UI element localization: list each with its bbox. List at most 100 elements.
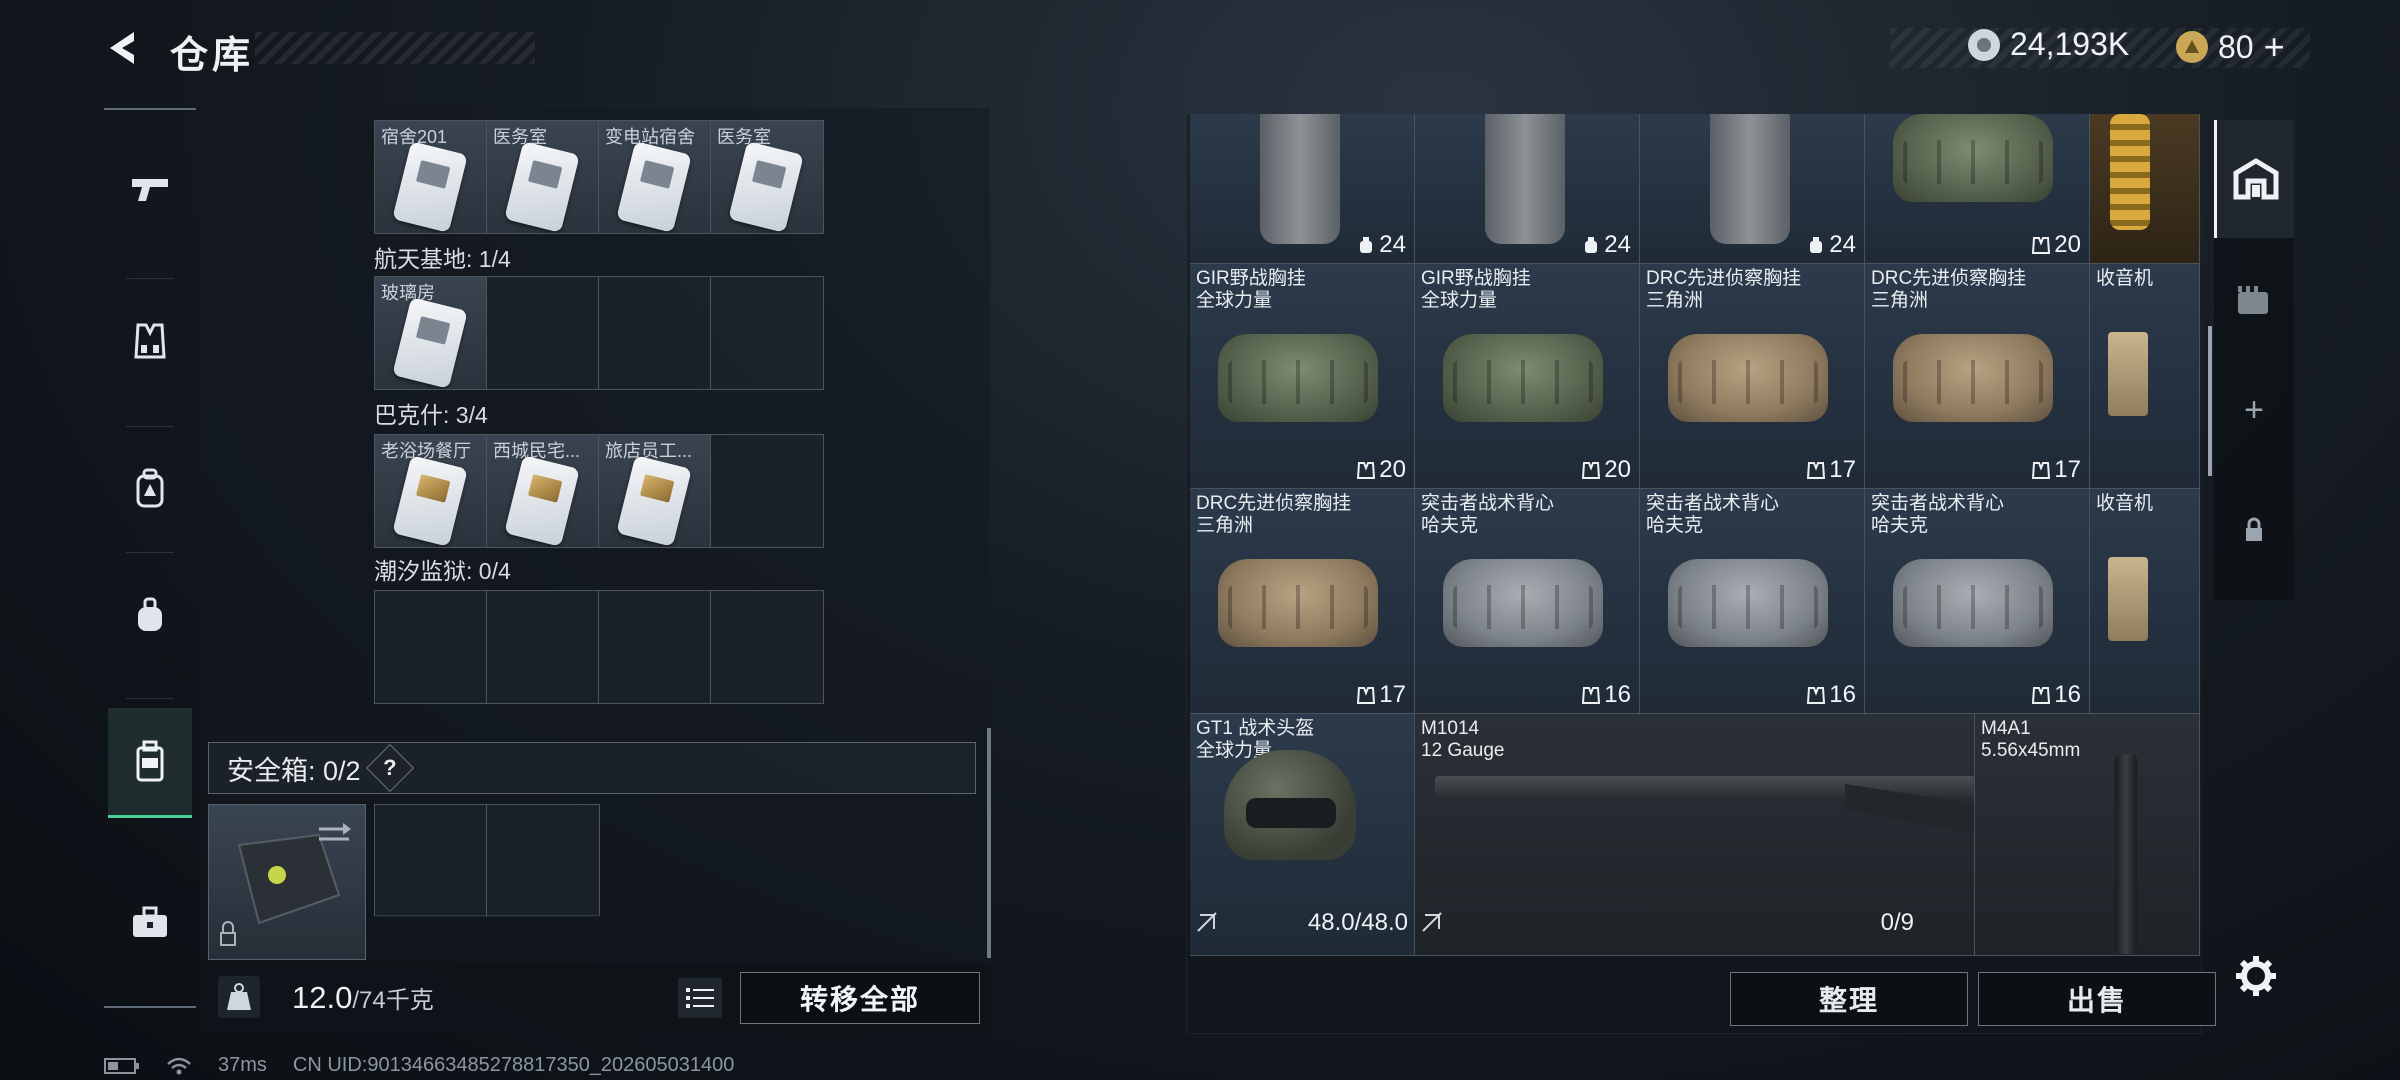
stash-item[interactable]: DRC先进侦察胸挂 三角洲 17 (1865, 264, 2090, 489)
item-name: DRC先进侦察胸挂 三角洲 (1196, 493, 1352, 536)
item-count: 20 (1357, 456, 1406, 484)
back-button[interactable] (100, 24, 148, 72)
empty-slot[interactable] (711, 435, 823, 547)
stash-item[interactable]: M4A1 5.56x45mm (1975, 714, 2200, 956)
keycard-slot[interactable]: 老浴场餐厅 (375, 435, 487, 547)
item-count: 20 (1582, 456, 1631, 484)
ammo-count: 0/9 (1880, 909, 1914, 936)
keycard-grid-2: 玻璃房 (374, 276, 824, 390)
stash-item[interactable]: GIR野战胸挂 全球力量 20 (1190, 264, 1415, 489)
empty-slot[interactable] (487, 591, 599, 703)
tab-collection[interactable] (2214, 250, 2294, 350)
stash-item[interactable]: 24 (1640, 114, 1865, 264)
toolbox-icon (133, 906, 167, 937)
title-decoration (255, 32, 535, 64)
add-icon: + (2244, 390, 2264, 429)
keycard-slot[interactable]: 西城民宅... (487, 435, 599, 547)
keycard-slot[interactable]: 医务室 (487, 121, 599, 233)
vest-count-icon (1582, 462, 1601, 479)
stash-item[interactable]: 收音机 (2090, 489, 2200, 714)
keycard-label: 西城民宅... (493, 441, 581, 461)
keycard-label: 医务室 (493, 127, 547, 147)
page-title: 仓库 (170, 35, 255, 77)
empty-slot[interactable] (487, 277, 599, 389)
stash-item[interactable]: M1014 12 Gauge 0/9 (1415, 714, 1975, 956)
case-icon (136, 740, 164, 781)
item-count: 24 (1807, 231, 1856, 259)
keycard-label: 玻璃房 (381, 283, 435, 303)
nav-toolbox[interactable] (108, 868, 192, 978)
tab-locked[interactable] (2214, 490, 2294, 570)
empty-slot[interactable] (375, 805, 487, 917)
nav-backpack[interactable] (108, 434, 192, 544)
vest-count-icon (2032, 462, 2051, 479)
item-name: M4A1 5.56x45mm (1981, 718, 2081, 761)
nav-safebox[interactable] (108, 708, 192, 818)
empty-slot[interactable] (599, 591, 711, 703)
keycard-slot[interactable]: 医务室 (711, 121, 823, 233)
stash-item[interactable]: 突击者战术背心 哈夫克 16 (1415, 489, 1640, 714)
keycard-label: 宿舍201 (381, 127, 448, 147)
keycard-slot[interactable]: 玻璃房 (375, 277, 487, 389)
vest-count-icon (1357, 687, 1376, 704)
token-amount: 80 (2218, 28, 2254, 65)
nav-armor[interactable] (108, 286, 192, 396)
backpack-icon (136, 468, 164, 508)
status-bar: 37ms CN UID:9013466348527881735​0_202605… (104, 1054, 734, 1077)
battery-icon (104, 1057, 139, 1074)
currency-display[interactable]: 24,193K (1968, 26, 2129, 63)
empty-slot[interactable] (375, 591, 487, 703)
stash-item[interactable]: GIR野战胸挂 全球力量 20 (1415, 264, 1640, 489)
lock-icon (2246, 517, 2262, 541)
empty-slot[interactable] (487, 805, 599, 917)
nav-weapons[interactable] (108, 134, 192, 244)
radio-image (2108, 557, 2148, 641)
stash-scrollbar[interactable] (2208, 326, 2212, 476)
vest-image (1893, 334, 2053, 422)
keycard-icon (616, 455, 692, 547)
add-token-icon[interactable]: + (2264, 26, 2285, 68)
left-scrollbar[interactable] (987, 728, 991, 958)
token-display[interactable]: 80 + (2176, 26, 2285, 68)
tidy-button[interactable]: 整理 (1730, 972, 1968, 1026)
back-arrow-icon (110, 32, 134, 64)
tab-stash[interactable] (2214, 120, 2294, 238)
keycard-icon (504, 141, 580, 233)
safe-box-item[interactable] (208, 804, 366, 960)
tab-add[interactable]: + (2214, 370, 2294, 450)
stash-item[interactable]: 突击者战术背心 哈夫克 16 (1865, 489, 2090, 714)
empty-slot[interactable] (711, 591, 823, 703)
transfer-all-button[interactable]: 转移全部 (740, 972, 980, 1024)
stash-item[interactable]: 突击者战术背心 哈夫克 16 (1640, 489, 1865, 714)
stash-item[interactable]: DRC先进侦察胸挂 三角洲 17 (1640, 264, 1865, 489)
backpack-image (1710, 114, 1790, 244)
nav-bag[interactable] (108, 560, 192, 670)
empty-slot[interactable] (599, 277, 711, 389)
stash-item[interactable]: 24 (1190, 114, 1415, 264)
gold-chain-image (2110, 114, 2150, 230)
empty-slot[interactable] (711, 277, 823, 389)
stash-item[interactable]: 收音机 (2090, 264, 2200, 489)
settings-button[interactable] (2232, 952, 2280, 1000)
keycard-slot[interactable]: 旅店员工... (599, 435, 711, 547)
keycard-icon (392, 297, 468, 389)
uid-text: CN UID:9013466348527881735​0_20260503140… (292, 1054, 735, 1076)
stash-item[interactable]: DRC先进侦察胸挂 三角洲 17 (1190, 489, 1415, 714)
gallery-icon (2238, 286, 2268, 314)
vest-count-icon (1357, 462, 1376, 479)
stash-item[interactable]: 24 (1415, 114, 1640, 264)
help-icon[interactable]: ? (365, 743, 414, 793)
list-view-button[interactable] (678, 978, 722, 1018)
stash-item[interactable] (2090, 114, 2200, 264)
stash-item[interactable]: 20 (1865, 114, 2090, 264)
stash-item[interactable]: GT1 战术头盔 全球力量 48.0/48.0 (1190, 714, 1415, 956)
map-section-label: 潮汐监狱: 0/4 (374, 558, 511, 584)
coin-icon (1968, 28, 2000, 61)
keycard-slot[interactable]: 宿舍201 (375, 121, 487, 233)
item-count: 17 (1357, 681, 1406, 709)
safe-case-icon (220, 823, 351, 946)
currency-amount: 24,193K (2010, 26, 2130, 62)
keycard-slot[interactable]: 变电站宿舍 (599, 121, 711, 233)
sell-button[interactable]: 出售 (1978, 972, 2216, 1026)
token-icon (2176, 31, 2208, 63)
